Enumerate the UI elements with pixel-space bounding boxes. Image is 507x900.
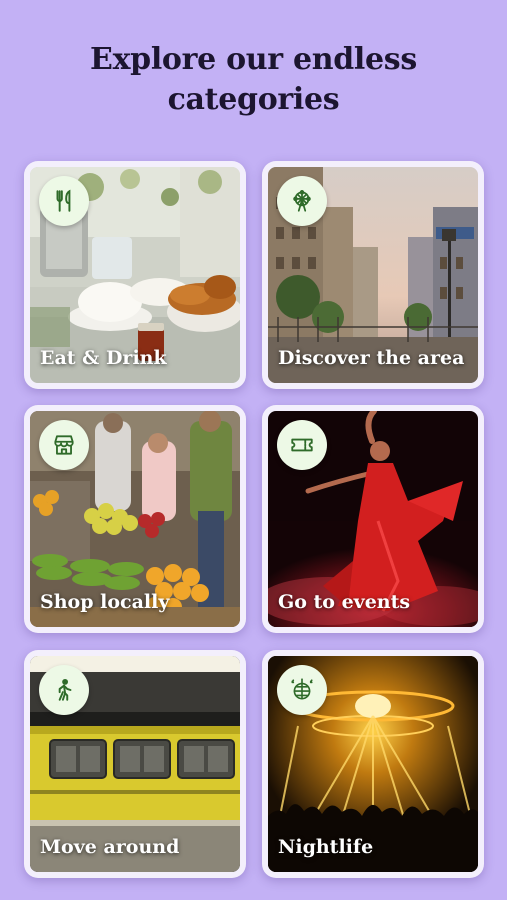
ticket-icon <box>291 438 313 452</box>
ferris-wheel-icon <box>293 190 311 212</box>
category-label: Nightlife <box>278 836 374 858</box>
page-title-line-1: Explore our endless <box>90 42 417 77</box>
category-card-image-area: Go to events <box>268 411 478 627</box>
category-card-nightlife[interactable]: Nightlife <box>262 650 484 878</box>
category-label: Go to events <box>278 591 411 613</box>
category-card-image-area: Discover the area <box>268 167 478 383</box>
category-card-image-area: Move around <box>30 656 240 872</box>
storefront-icon <box>54 435 74 455</box>
category-card-go-to-events[interactable]: Go to events <box>262 405 484 633</box>
category-badge <box>39 420 89 470</box>
disco-ball-icon <box>291 678 313 700</box>
category-badge <box>39 665 89 715</box>
category-label: Eat & Drink <box>40 347 167 369</box>
category-label: Shop locally <box>40 591 170 613</box>
page-title-line-2: categories <box>167 82 340 117</box>
category-card-image-area: Eat & Drink <box>30 167 240 383</box>
category-card-image-area: Nightlife <box>268 656 478 872</box>
category-badge <box>277 420 327 470</box>
category-card-shop-locally[interactable]: Shop locally <box>24 405 246 633</box>
page-title: Explore our endless categories <box>0 40 507 120</box>
category-badge <box>39 176 89 226</box>
category-badge <box>277 665 327 715</box>
category-card-eat-drink[interactable]: Eat & Drink <box>24 161 246 389</box>
category-card-image-area: Shop locally <box>30 411 240 627</box>
category-badge <box>277 176 327 226</box>
category-card-discover-area[interactable]: Discover the area <box>262 161 484 389</box>
fork-knife-icon <box>56 189 71 212</box>
category-card-move-around[interactable]: Move around <box>24 650 246 878</box>
category-label: Move around <box>40 836 180 858</box>
walking-person-icon <box>58 678 72 701</box>
category-label: Discover the area <box>278 347 465 369</box>
